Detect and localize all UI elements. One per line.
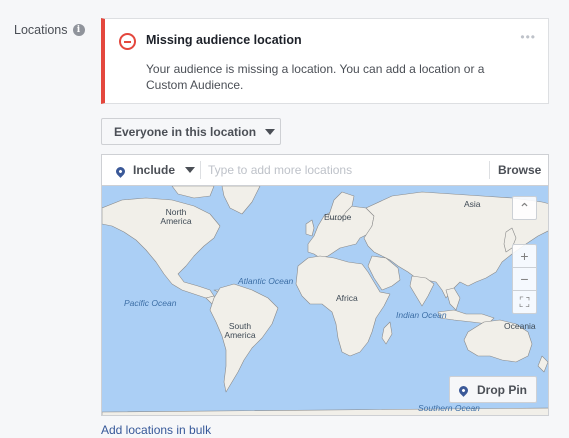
map-label-asia: Asia [464,199,481,209]
location-map[interactable]: North America Europe Asia Africa South A… [101,186,549,416]
include-dropdown[interactable]: Include [114,163,196,178]
locations-label: Locations i [14,23,85,37]
alert-body: Your audience is missing a location. You… [146,62,485,92]
location-search-input[interactable] [208,161,478,179]
audience-type-dropdown[interactable]: Everyone in this location [101,118,281,145]
audience-type-label: Everyone in this location [114,124,257,139]
more-options-icon[interactable]: ••• [520,31,536,43]
info-icon[interactable]: i [72,24,85,36]
ocean-label-pacific: Pacific Ocean [124,298,177,308]
map-zoom-controls: + − ⛶ [512,244,537,314]
fit-bounds-icon[interactable]: ⛶ [513,290,536,313]
drop-pin-label: Drop Pin [477,382,527,397]
add-locations-in-bulk-link[interactable]: Add locations in bulk [101,423,211,437]
location-pin-icon [457,384,470,397]
chevron-down-icon [265,128,276,135]
ocean-label-southern: Southern Ocean [418,403,480,413]
chevron-up-icon[interactable]: ⌃ [513,197,536,219]
zoom-in-button[interactable]: + [513,245,536,267]
map-label-africa: Africa [336,293,358,303]
ocean-label-atlantic: Atlantic Ocean [238,276,294,286]
locations-label-text: Locations [14,23,68,37]
drop-pin-button[interactable]: Drop Pin [449,376,537,403]
map-label-oceania: Oceania [504,321,536,331]
browse-button[interactable]: Browse [498,163,541,177]
zoom-out-button[interactable]: − [513,267,536,290]
map-scroll-up[interactable]: ⌃ [512,196,537,220]
include-label: Include [133,163,176,177]
chevron-down-icon [185,167,196,173]
map-label-europe: Europe [324,212,352,222]
minus-circle-icon [119,33,136,50]
ocean-label-indian: Indian Ocean [396,310,447,320]
location-search-bar: Include Browse [101,154,549,186]
divider [489,161,490,179]
divider [200,161,201,179]
map-label-north-america: North America [160,207,192,226]
location-pin-icon [114,164,127,178]
map-label-south-america: South America [224,321,256,340]
alert-title: Missing audience location [146,33,302,47]
missing-location-alert: Missing audience location Your audience … [101,18,549,104]
